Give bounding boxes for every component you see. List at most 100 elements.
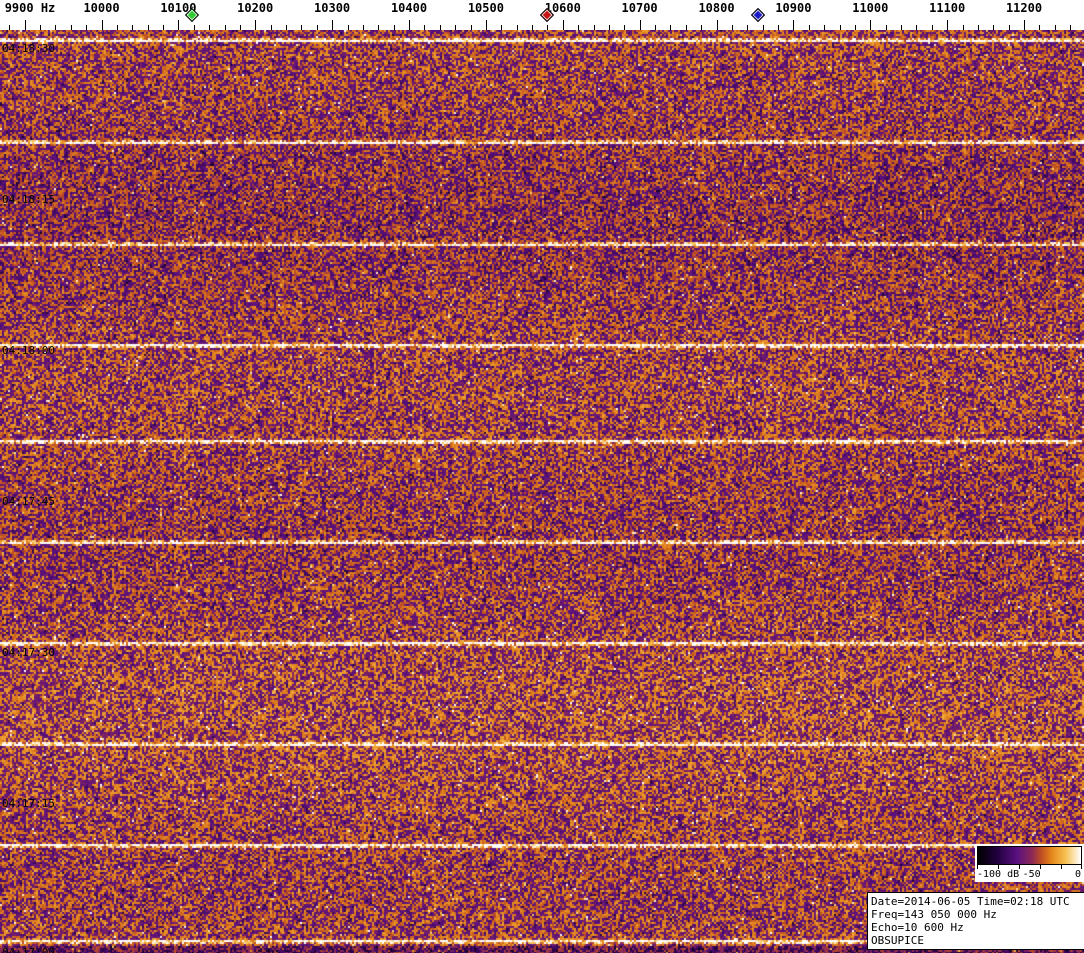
- freq-minor-tick: [1008, 25, 1010, 30]
- freq-minor-tick: [685, 25, 687, 30]
- freq-tick-label: 9900 Hz: [4, 1, 56, 15]
- freq-minor-tick: [578, 25, 580, 30]
- freq-tick-label: 10900: [775, 1, 812, 15]
- freq-minor-tick: [116, 25, 118, 30]
- freq-tick-label: 11000: [852, 1, 889, 15]
- freq-minor-tick: [501, 25, 503, 30]
- freq-minor-tick: [286, 25, 287, 30]
- freq-minor-tick: [747, 25, 749, 30]
- spectrum-waterfall-window: 9900 Hz 10000 10100 10200 10300 10400 10500 106…: [0, 0, 1084, 953]
- freq-tick-label: 10300: [314, 1, 351, 15]
- freq-major-tick: [24, 20, 26, 30]
- legend-min-label: -100 dB: [977, 869, 1020, 880]
- freq-tick-label: 11100: [929, 1, 966, 15]
- freq-major-tick: [870, 20, 872, 30]
- time-label: 04:17:00: [2, 946, 55, 953]
- waterfall-area: 04:18:30 04:18:15 04:18:00 04:17:45 04:1…: [0, 30, 1084, 953]
- freq-minor-tick: [993, 25, 995, 30]
- info-echo: Echo=10 600 Hz: [871, 921, 964, 934]
- freq-minor-tick: [424, 25, 426, 30]
- freq-minor-tick: [655, 25, 656, 30]
- info-frequency: Freq=143 050 000 Hz: [871, 908, 997, 921]
- freq-minor-tick: [163, 25, 164, 30]
- freq-major-tick: [562, 20, 564, 30]
- freq-major-tick: [716, 20, 718, 30]
- freq-tick-label: 10200: [237, 1, 274, 15]
- freq-minor-tick: [55, 25, 57, 30]
- freq-minor-tick: [40, 25, 41, 30]
- freq-minor-tick: [224, 25, 226, 30]
- freq-minor-tick: [593, 25, 595, 30]
- time-label: 04:17:30: [2, 646, 55, 659]
- freq-minor-tick: [86, 25, 88, 30]
- freq-minor-tick: [701, 25, 703, 30]
- color-scale-gradient: [977, 846, 1082, 865]
- freq-minor-tick: [439, 25, 441, 30]
- freq-minor-tick: [193, 25, 195, 30]
- freq-minor-tick: [316, 25, 318, 30]
- spectrogram-canvas[interactable]: [0, 30, 1084, 953]
- info-station: OBSUPICE: [871, 934, 924, 947]
- freq-minor-tick: [824, 25, 826, 30]
- color-scale-labels: -100 dB -50 0: [977, 869, 1082, 881]
- freq-minor-tick: [209, 25, 211, 30]
- freq-minor-tick: [378, 25, 380, 30]
- freq-minor-tick: [885, 25, 887, 30]
- freq-minor-tick: [239, 25, 241, 30]
- freq-minor-tick: [608, 25, 610, 30]
- freq-minor-tick: [362, 25, 364, 30]
- freq-minor-tick: [70, 25, 72, 30]
- time-label: 04:18:30: [2, 42, 55, 55]
- freq-minor-tick: [9, 25, 11, 30]
- freq-major-tick: [332, 20, 334, 30]
- freq-minor-tick: [455, 25, 457, 30]
- freq-minor-tick: [1070, 25, 1072, 30]
- freq-minor-tick: [670, 25, 672, 30]
- freq-minor-tick: [1054, 25, 1056, 30]
- freq-minor-tick: [977, 25, 979, 30]
- freq-minor-tick: [962, 25, 964, 30]
- freq-minor-tick: [132, 25, 134, 30]
- legend-mid-label: -50: [1022, 869, 1041, 880]
- info-date-time: Date=2014-06-05 Time=02:18 UTC: [871, 895, 1070, 908]
- freq-major-tick: [409, 20, 410, 30]
- freq-minor-tick: [931, 25, 933, 30]
- freq-minor-tick: [347, 25, 349, 30]
- freq-minor-tick: [854, 25, 856, 30]
- color-scale-legend: -100 dB -50 0: [975, 844, 1084, 882]
- freq-minor-tick: [393, 25, 395, 30]
- time-label: 04:18:00: [2, 344, 55, 357]
- frequency-ruler: 9900 Hz 10000 10100 10200 10300 10400 10500 106…: [0, 0, 1084, 30]
- freq-major-tick: [485, 20, 487, 30]
- freq-minor-tick: [808, 25, 810, 30]
- freq-minor-tick: [778, 25, 779, 30]
- observation-info-box: Date=2014-06-05 Time=02:18 UTC Freq=143 …: [867, 892, 1084, 950]
- freq-minor-tick: [901, 25, 902, 30]
- freq-tick-label: 11200: [1005, 1, 1043, 15]
- freq-major-tick: [1024, 20, 1025, 30]
- freq-minor-tick: [532, 25, 533, 30]
- freq-minor-tick: [147, 25, 149, 30]
- freq-major-tick: [255, 20, 257, 30]
- freq-tick-label: 10400: [390, 1, 428, 15]
- time-label: 04:18:15: [2, 193, 55, 206]
- freq-tick-label: 10500: [467, 1, 504, 15]
- freq-tick-label: 10000: [83, 1, 120, 15]
- freq-minor-tick: [301, 25, 303, 30]
- freq-tick-label: 10700: [621, 1, 658, 15]
- freq-major-tick: [178, 20, 180, 30]
- freq-minor-tick: [516, 25, 518, 30]
- freq-minor-tick: [1039, 25, 1041, 30]
- freq-minor-tick: [547, 25, 549, 30]
- freq-major-tick: [639, 20, 641, 30]
- freq-major-tick: [101, 20, 103, 30]
- freq-minor-tick: [916, 25, 918, 30]
- freq-major-tick: [947, 20, 949, 30]
- legend-max-label: 0: [1074, 869, 1081, 880]
- freq-minor-tick: [839, 25, 841, 30]
- freq-minor-tick: [270, 25, 272, 30]
- freq-minor-tick: [470, 25, 472, 30]
- freq-marker-blue-diamond-icon[interactable]: [750, 7, 766, 23]
- time-label: 04:17:15: [2, 797, 55, 810]
- freq-minor-tick: [731, 25, 733, 30]
